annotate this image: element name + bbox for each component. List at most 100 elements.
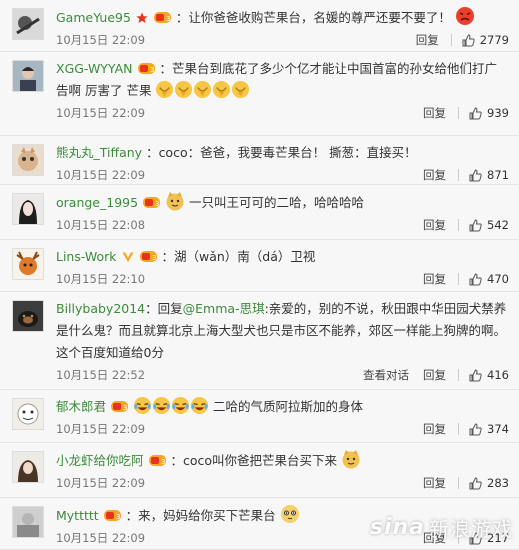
- like-button[interactable]: 374: [469, 422, 509, 436]
- avatar[interactable]: [12, 506, 44, 538]
- vip-icon: 3: [137, 63, 155, 74]
- laugh-cry-emoji-icon: [152, 396, 171, 415]
- comment-text: Lins-Work 3 ：湖（wǎn）南（dá）卫视: [56, 246, 509, 268]
- svg-text:3: 3: [161, 458, 165, 466]
- doge-emoji-icon: [342, 450, 360, 469]
- like-button[interactable]: 871: [469, 168, 509, 182]
- divider: [458, 169, 460, 181]
- comment-time: 10月15日 22:08: [56, 218, 146, 232]
- like-count: 542: [487, 218, 509, 232]
- vip-icon: 3: [139, 251, 157, 262]
- comment-time: 10月15日 22:09: [56, 106, 146, 120]
- comment-body: 一只叫王可可的二哈，哈哈哈哈: [189, 195, 365, 210]
- comment-body: ：湖（wǎn）南（dá）卫视: [161, 249, 316, 264]
- reply-button[interactable]: 回复: [423, 105, 446, 121]
- like-button[interactable]: 939: [469, 106, 509, 120]
- avatar[interactable]: [12, 144, 44, 176]
- avatar[interactable]: [12, 8, 44, 40]
- avatar[interactable]: [12, 193, 44, 225]
- comment-time: 10月15日 22:09: [56, 168, 146, 182]
- like-count: 470: [487, 272, 509, 286]
- like-button[interactable]: 542: [469, 218, 509, 232]
- comment-text: 熊丸丸_Tiffany ：coco：爸爸，我要毒芒果台！ 撕葱：直接买！: [56, 142, 509, 164]
- comment-text: 小龙虾给你吃阿 3 ：coco叫你爸把芒果台买下来: [56, 449, 509, 472]
- vip-icon: 3: [111, 401, 128, 412]
- thumbs-up-icon: [469, 218, 482, 231]
- bow-emoji-icon: [213, 80, 231, 99]
- star-icon: [136, 12, 148, 23]
- comment-time: 10月15日 22:52: [56, 368, 146, 382]
- avatar[interactable]: [12, 60, 44, 92]
- comment-text: 郁木郎君 3 二哈的气质阿拉斯加的身体: [56, 396, 509, 418]
- comment-time: 10月15日 22:09: [56, 33, 146, 47]
- thumbs-up-icon: [469, 168, 482, 181]
- comment-text: XGG-WYYAN 3 ：芒果台到底花了多少个亿才能让中国首富的孙女给他们打广告…: [56, 58, 509, 102]
- laugh-cry-emoji-icon: [133, 396, 152, 415]
- reply-button[interactable]: 回复: [423, 167, 446, 183]
- comment-username[interactable]: Billybaby2014: [56, 301, 145, 316]
- thumbs-up-icon: [462, 33, 475, 46]
- comment-username[interactable]: GameYue95: [56, 10, 131, 25]
- comment-item: 熊丸丸_Tiffany ：coco：爸爸，我要毒芒果台！ 撕葱：直接买！ 10月…: [0, 136, 519, 185]
- comment-time: 10月15日 22:10: [56, 272, 146, 286]
- view-conversation-button[interactable]: 查看对话: [363, 367, 409, 383]
- reply-button[interactable]: 回复: [416, 32, 439, 48]
- like-count: 939: [487, 106, 509, 120]
- thumbs-up-icon: [469, 368, 482, 381]
- comment-username[interactable]: 郁木郎君: [56, 399, 106, 414]
- like-count: 374: [487, 422, 509, 436]
- comment-username[interactable]: Myttttt: [56, 508, 99, 523]
- comment-username[interactable]: orange_1995: [56, 195, 138, 210]
- comment-item: XGG-WYYAN 3 ：芒果台到底花了多少个亿才能让中国首富的孙女给他们打广告…: [0, 52, 519, 136]
- comment-item: Billybaby2014：回复@Emma-思琪:亲爱的，别的不说，秋田跟中华田…: [0, 292, 519, 390]
- bow-emoji-icon: [156, 80, 174, 99]
- comment-text: GameYue95 3 ：让你爸爸收购芒果台，名媛的尊严还要不要了！: [56, 6, 509, 29]
- comment-item: Lins-Work 3 ：湖（wǎn）南（dá）卫视 10月15日 22:10 …: [0, 240, 519, 292]
- verified-v-icon: [122, 252, 134, 262]
- comment-body: ：coco：爸爸，我要毒芒果台！ 撕葱：直接买！: [146, 145, 417, 160]
- like-count: 2779: [479, 33, 509, 47]
- comment-item: 郁木郎君 3 二哈的气质阿拉斯加的身体 10月15日 22:09 回复 374: [0, 390, 519, 443]
- avatar[interactable]: [12, 300, 44, 332]
- svg-text:3: 3: [166, 15, 170, 23]
- bow-emoji-icon: [175, 80, 193, 99]
- svg-text:3: 3: [152, 254, 156, 262]
- svg-text:3: 3: [155, 200, 159, 208]
- sina-logo: sina: [369, 515, 425, 540]
- comment-username[interactable]: 熊丸丸_Tiffany: [56, 145, 142, 160]
- comment-body: ：coco叫你爸把芒果台买下来: [170, 453, 338, 468]
- like-count: 283: [487, 476, 509, 490]
- thumbs-up-icon: [469, 272, 482, 285]
- reply-button[interactable]: 回复: [423, 475, 446, 491]
- sina-watermark: sina 新浪游戏: [370, 513, 513, 542]
- reply-prefix: ：回复: [145, 301, 183, 316]
- avatar[interactable]: [12, 248, 44, 280]
- bow-emoji-icon: [232, 80, 250, 99]
- avatar[interactable]: [12, 451, 44, 483]
- comment-list: GameYue95 3 ：让你爸爸收购芒果台，名媛的尊严还要不要了！ 10月15…: [0, 0, 519, 550]
- thumbs-up-icon: [469, 476, 482, 489]
- like-button[interactable]: 470: [469, 272, 509, 286]
- vip-icon: 3: [148, 455, 166, 466]
- mention-link[interactable]: @Emma-思琪: [183, 301, 265, 316]
- vip-icon: 3: [143, 197, 161, 208]
- laugh-cry-emoji-icon: [171, 396, 190, 415]
- bow-emoji-group: [155, 80, 250, 99]
- svg-text:3: 3: [116, 513, 120, 521]
- reply-button[interactable]: 回复: [423, 421, 446, 437]
- reply-button[interactable]: 回复: [423, 271, 446, 287]
- like-button[interactable]: 2779: [462, 33, 509, 47]
- comment-text: orange_1995 3 一只叫王可可的二哈，哈哈哈哈: [56, 191, 509, 214]
- comment-username[interactable]: 小龙虾给你吃阿: [56, 453, 144, 468]
- vip-icon: 3: [153, 12, 171, 23]
- comment-username[interactable]: XGG-WYYAN: [56, 61, 133, 76]
- thumbs-up-icon: [469, 106, 482, 119]
- like-button[interactable]: 416: [469, 368, 509, 382]
- avatar[interactable]: [12, 398, 44, 430]
- comment-username[interactable]: Lins-Work: [56, 249, 117, 264]
- angry-emoji-icon: [455, 7, 474, 25]
- reply-button[interactable]: 回复: [423, 367, 446, 383]
- divider: [450, 34, 452, 46]
- reply-button[interactable]: 回复: [423, 217, 446, 233]
- like-button[interactable]: 283: [469, 476, 509, 490]
